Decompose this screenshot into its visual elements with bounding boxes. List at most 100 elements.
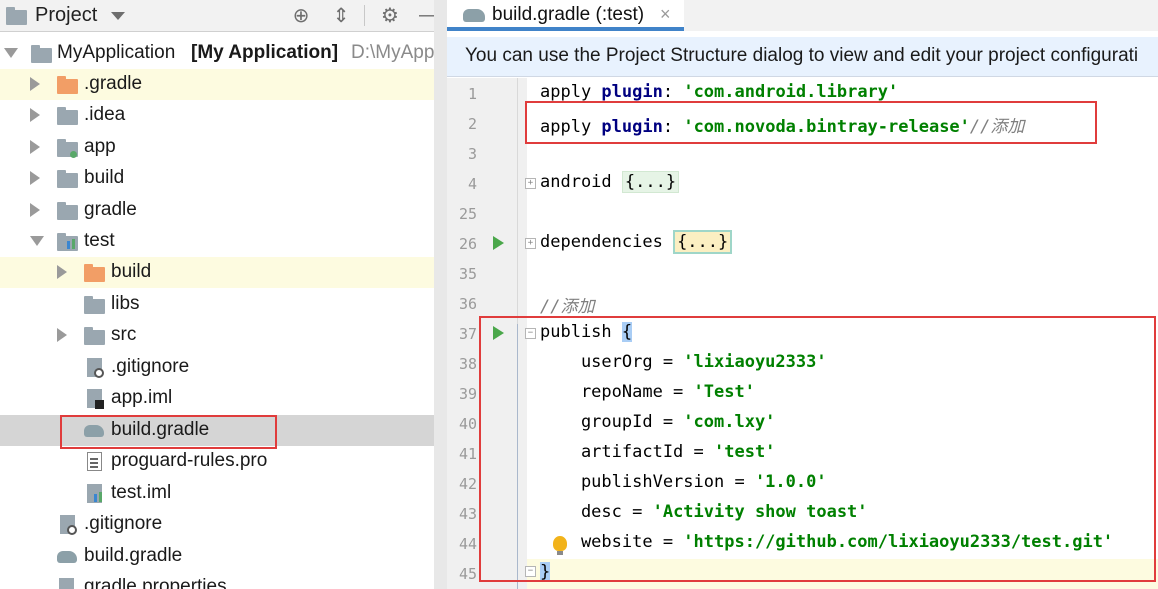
code-line-43[interactable]: desc = 'Activity show toast' [540,502,868,522]
project-view-selector[interactable]: Project [5,0,126,31]
tree-row-gitignore[interactable]: .gitignore [0,352,434,383]
tree-item-label: build.gradle [111,419,210,440]
target-icon[interactable]: ⊕ [286,0,316,31]
code-line-2[interactable]: apply plugin: 'com.novoda.bintray-releas… [540,112,1024,137]
tree-row-root-gitignore[interactable]: .gitignore [0,509,434,540]
tab-label: build.gradle (:test) [492,4,645,25]
code-line-37[interactable]: publish { [540,322,633,342]
tree-row-libs-folder[interactable]: libs [0,289,434,320]
root-module-name: [My Application] [191,42,339,63]
tree-row-root[interactable]: MyApplication [My Application] D:\MyAppl… [0,38,434,69]
line-number: 39 [458,385,477,403]
folder-icon [57,169,78,189]
indent-guide [517,324,518,589]
line-number: 42 [458,475,477,493]
panel-splitter[interactable] [434,0,447,589]
expand-arrow-icon[interactable] [4,48,18,58]
expand-arrow-icon[interactable] [30,203,40,217]
code-line-1[interactable]: apply plugin: 'com.android.library' [540,82,898,102]
tree-row-build-gradle-selected[interactable]: build.gradle [0,415,434,446]
text-file-icon [85,452,105,472]
root-project-name: MyApplication [57,42,176,63]
line-number: 43 [458,505,477,523]
tree-item-label: build [84,167,125,188]
tab-build-gradle-test[interactable]: build.gradle (:test) × [447,0,684,31]
code-line-42[interactable]: publishVersion = '1.0.0' [540,472,827,492]
code-line-45[interactable]: } [540,562,551,582]
minimize-icon[interactable]: — [414,0,434,31]
folder-icon [84,263,105,283]
tree-item-label: build.gradle [84,545,183,566]
header-divider [364,5,365,26]
expand-fold-icon[interactable]: + [525,238,536,249]
code-line-39[interactable]: repoName = 'Test' [540,382,755,402]
tree-row-gradle-dir[interactable]: gradle [0,195,434,226]
line-number: 26 [458,235,477,253]
expand-arrow-icon[interactable] [30,77,40,91]
active-tab-indicator [447,27,684,31]
project-structure-notification[interactable]: You can use the Project Structure dialog… [447,37,1158,77]
iml-file-icon [85,484,105,504]
tree-row-gradle-folder[interactable]: .gradle [0,69,434,100]
expand-arrow-icon[interactable] [30,236,44,246]
code-line-38[interactable]: userOrg = 'lixiaoyu2333' [540,352,827,372]
close-tab-icon[interactable]: × [660,4,671,25]
expand-arrow-icon[interactable] [30,140,40,154]
tree-row-app-module[interactable]: app [0,132,434,163]
tree-row-test-build-folder[interactable]: build [0,257,434,288]
collapse-fold-icon[interactable]: − [525,566,536,577]
tree-row-test-module[interactable]: test [0,226,434,257]
line-number: 45 [458,565,477,583]
code-line-40[interactable]: groupId = 'com.lxy' [540,412,775,432]
tree-item-label: gradle.properties [84,576,227,589]
gradle-elephant-icon [57,547,77,567]
code-editor: build.gradle (:test) × You can use the P… [447,0,1158,589]
tree-item-label: libs [111,293,140,314]
properties-file-icon [57,578,77,589]
line-number: 3 [467,145,477,163]
tree-item-label: .gradle [84,73,143,94]
collapse-fold-icon[interactable]: − [525,328,536,339]
tree-row-idea-folder[interactable]: .idea [0,100,434,131]
line-number: 41 [458,445,477,463]
folder-icon [84,295,105,315]
tree-row-test-iml[interactable]: test.iml [0,478,434,509]
code-line-4[interactable]: android {...} [540,171,680,193]
editor-tab-bar: build.gradle (:test) × [447,0,1158,31]
expand-arrow-icon[interactable] [30,171,40,185]
expand-arrow-icon[interactable] [57,265,67,279]
folder-icon [57,201,78,221]
code-line-41[interactable]: artifactId = 'test' [540,442,775,462]
line-number: 40 [458,415,477,433]
tree-row-gradle-properties[interactable]: gradle.properties [0,572,434,589]
tree-item-label: test [84,230,115,251]
project-panel-header: Project ⊕ ⇕ ⚙ — [0,0,434,32]
run-gradle-task-icon[interactable] [493,236,504,250]
tree-row-build-folder[interactable]: build [0,163,434,194]
gitignore-file-icon [85,358,105,378]
code-line-26[interactable]: dependencies {...} [540,230,733,254]
code-line-44[interactable]: website = 'https://github.com/lixiaoyu23… [540,532,1113,552]
tree-item-label: build [111,261,152,282]
code-line-36[interactable]: //添加 [540,292,594,317]
tree-item-label: .gitignore [84,513,163,534]
tree-row-app-iml[interactable]: app.iml [0,383,434,414]
collapse-all-icon[interactable]: ⇕ [326,0,356,31]
gear-icon[interactable]: ⚙ [375,0,405,31]
line-number: 44 [458,535,477,553]
run-gradle-task-icon[interactable] [493,326,504,340]
line-number: 1 [467,85,477,103]
folder-icon [84,326,105,346]
tree-row-src-folder[interactable]: src [0,320,434,351]
tree-row-root-build-gradle[interactable]: build.gradle [0,541,434,572]
expand-arrow-icon[interactable] [30,108,40,122]
notification-text: You can use the Project Structure dialog… [465,45,1139,66]
tree-row-proguard[interactable]: proguard-rules.pro [0,446,434,477]
tree-item-label: test.iml [111,482,172,503]
folder-icon [57,75,78,95]
tree-item-label: app [84,136,116,157]
expand-arrow-icon[interactable] [57,328,67,342]
tree-item-label: .gitignore [111,356,190,377]
expand-fold-icon[interactable]: + [525,178,536,189]
folder-icon [57,106,78,126]
